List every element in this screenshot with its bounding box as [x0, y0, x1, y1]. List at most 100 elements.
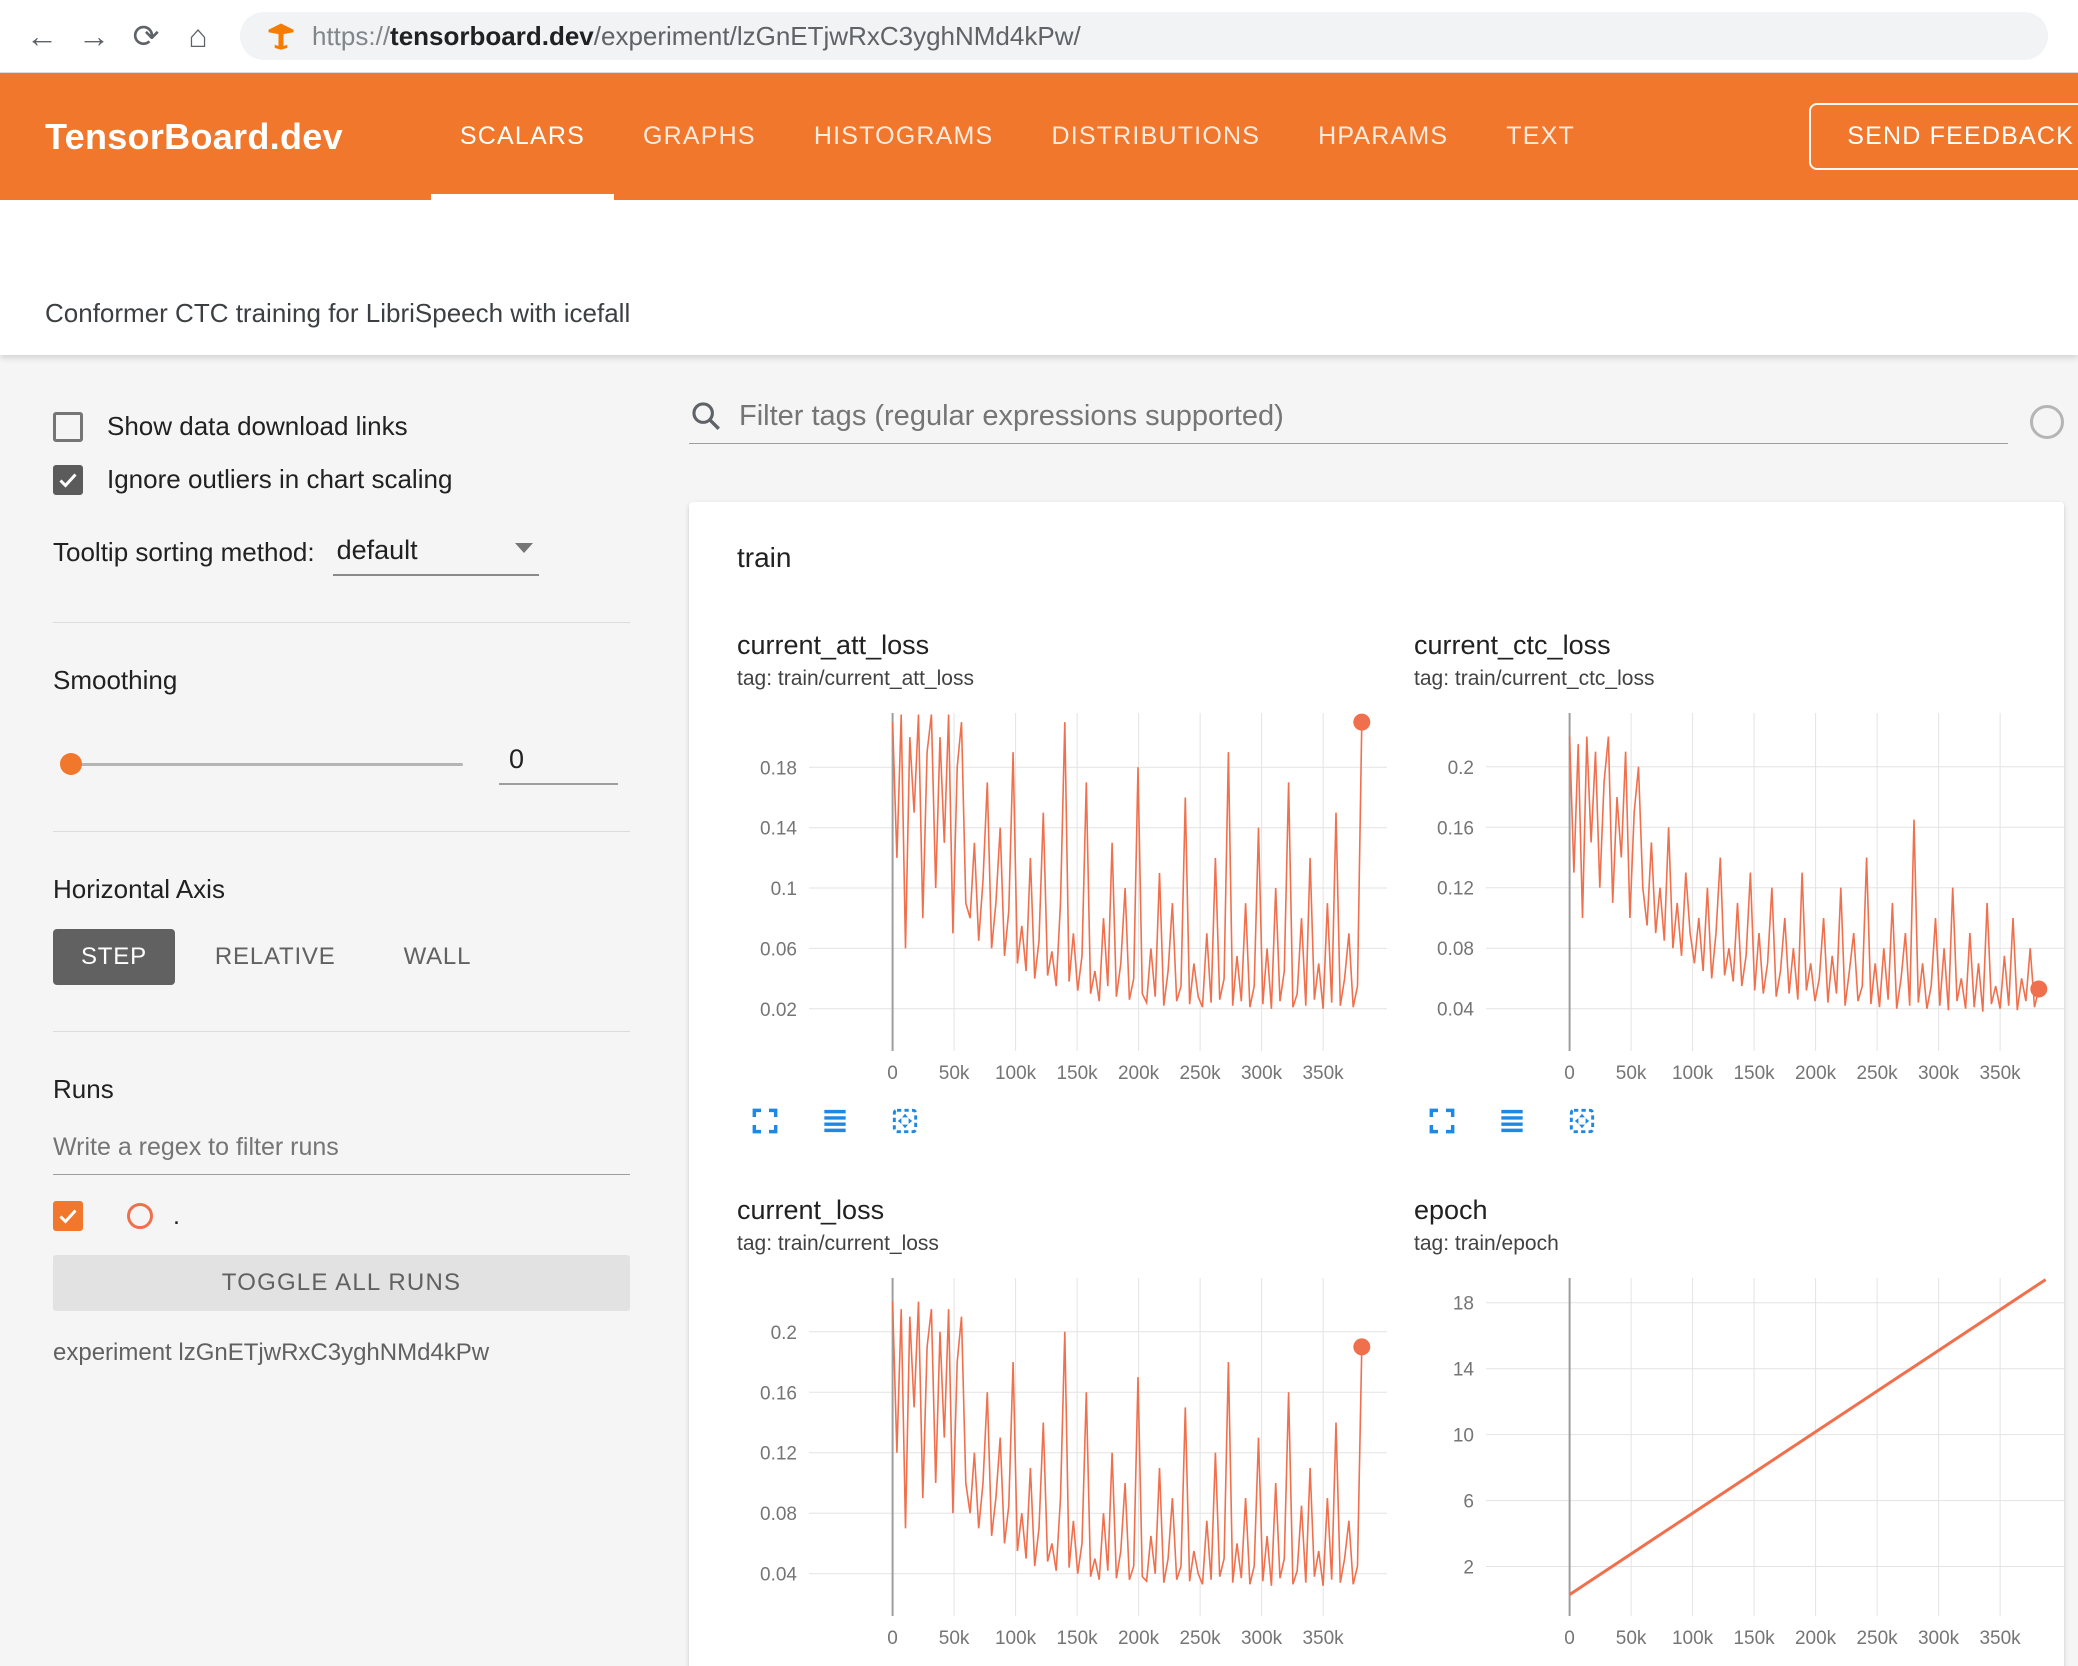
forward-icon[interactable]: →: [68, 10, 120, 62]
svg-text:350k: 350k: [1979, 1628, 2021, 1649]
svg-text:200k: 200k: [1795, 1063, 1837, 1084]
address-bar[interactable]: https://tensorboard.dev/experiment/lzGnE…: [240, 12, 2048, 60]
horizontal-lines-icon[interactable]: [1496, 1105, 1528, 1137]
svg-text:350k: 350k: [1302, 1628, 1344, 1649]
chart-current-ctc-loss: current_ctc_loss tag: train/current_ctc_…: [1414, 630, 2078, 1137]
svg-text:0.16: 0.16: [1437, 818, 1474, 839]
tooltip-sort-select[interactable]: default: [332, 535, 539, 576]
tab-scalars[interactable]: SCALARS: [431, 73, 614, 200]
toggle-all-runs-button[interactable]: TOGGLE ALL RUNS: [53, 1255, 630, 1311]
reload-icon[interactable]: ⟳: [120, 10, 172, 62]
tab-histograms[interactable]: HISTOGRAMS: [785, 73, 1023, 200]
runs-label: Runs: [53, 1074, 114, 1104]
ignore-outliers-checkbox[interactable]: [53, 464, 83, 495]
settings-sidebar: Show data download links Ignore outliers…: [0, 355, 655, 1666]
svg-text:10: 10: [1453, 1426, 1474, 1447]
browser-toolbar: ← → ⟳ ⌂ https://tensorboard.dev/experime…: [0, 0, 2078, 73]
chart-tag: tag: train/current_att_loss: [737, 667, 974, 690]
fit-domain-icon[interactable]: [889, 1105, 921, 1137]
svg-text:150k: 150k: [1733, 1628, 1775, 1649]
svg-text:0.2: 0.2: [771, 1323, 797, 1344]
tab-graphs[interactable]: GRAPHS: [614, 73, 785, 200]
home-icon[interactable]: ⌂: [172, 10, 224, 62]
line-chart[interactable]: 0.04 0.08 0.12 0.16 0.2 0 50k 100k 150k 200k 250k 3…: [737, 1270, 1397, 1660]
main-pane: train current_att_loss tag: train/curren…: [655, 355, 2078, 1666]
tab-distributions[interactable]: DISTRIBUTIONS: [1022, 73, 1289, 200]
svg-text:0.04: 0.04: [760, 1565, 797, 1586]
svg-text:200k: 200k: [1118, 1628, 1160, 1649]
chart-tag: tag: train/current_loss: [737, 1232, 939, 1255]
train-card: train current_att_loss tag: train/curren…: [689, 502, 2064, 1666]
svg-text:100k: 100k: [1672, 1628, 1714, 1649]
fullscreen-icon[interactable]: [749, 1105, 781, 1137]
smoothing-slider[interactable]: [60, 753, 463, 775]
svg-text:300k: 300k: [1241, 1628, 1283, 1649]
divider: [53, 1031, 630, 1032]
svg-text:250k: 250k: [1179, 1063, 1221, 1084]
tab-text[interactable]: TEXT: [1477, 73, 1604, 200]
svg-text:300k: 300k: [1918, 1063, 1960, 1084]
axis-wall-button[interactable]: WALL: [376, 929, 500, 985]
tensorboard-favicon: [266, 21, 296, 51]
charts-grid: current_att_loss tag: train/current_att_…: [737, 630, 2064, 1660]
tooltip-sort-label: Tooltip sorting method:: [53, 537, 315, 567]
smoothing-slider-thumb[interactable]: [60, 753, 82, 775]
back-icon[interactable]: ←: [16, 10, 68, 62]
fullscreen-icon[interactable]: [1426, 1105, 1458, 1137]
axis-relative-button[interactable]: RELATIVE: [187, 929, 364, 985]
send-feedback-button[interactable]: SEND FEEDBACK: [1809, 103, 2078, 170]
svg-text:2: 2: [1463, 1558, 1474, 1579]
line-chart[interactable]: 0.02 0.06 0.1 0.14 0.18 0 50k 100k 150k 200k 250k 3…: [737, 705, 1397, 1095]
chevron-down-icon: [514, 542, 533, 553]
ignore-outliers-label: Ignore outliers in chart scaling: [107, 464, 453, 494]
help-circle-button[interactable]: [2030, 404, 2064, 439]
svg-text:0.18: 0.18: [760, 758, 797, 779]
svg-text:150k: 150k: [1056, 1628, 1098, 1649]
svg-text:14: 14: [1453, 1360, 1475, 1381]
smoothing-value-input[interactable]: [499, 744, 618, 785]
svg-text:6: 6: [1463, 1492, 1474, 1513]
experiment-id-label: experiment lzGnETjwRxC3yghNMd4kPw: [53, 1339, 490, 1366]
fit-domain-icon[interactable]: [1566, 1105, 1598, 1137]
divider: [53, 622, 630, 623]
svg-text:50k: 50k: [939, 1063, 970, 1084]
filter-tags-input[interactable]: [739, 399, 2008, 433]
tensorboard-logo[interactable]: TensorBoard.dev: [45, 116, 343, 158]
svg-text:200k: 200k: [1118, 1063, 1160, 1084]
chart-current-att-loss: current_att_loss tag: train/current_att_…: [737, 630, 1414, 1137]
run-checkbox[interactable]: [53, 1201, 83, 1231]
svg-text:0.04: 0.04: [1437, 1000, 1474, 1021]
svg-text:350k: 350k: [1302, 1063, 1344, 1084]
show-download-checkbox[interactable]: [53, 411, 83, 442]
svg-text:50k: 50k: [939, 1628, 970, 1649]
svg-text:50k: 50k: [1616, 1628, 1647, 1649]
chart-title: current_att_loss: [737, 630, 930, 660]
svg-text:200k: 200k: [1795, 1628, 1837, 1649]
horizontal-lines-icon[interactable]: [819, 1105, 851, 1137]
runs-filter-input[interactable]: [53, 1133, 630, 1175]
svg-text:0.02: 0.02: [760, 1000, 797, 1021]
svg-text:0: 0: [887, 1063, 898, 1084]
url-path: /experiment/lzGnETjwRxC3yghNMd4kPw/: [593, 20, 1081, 51]
chart-toolbar: [749, 1105, 1414, 1137]
axis-step-button[interactable]: STEP: [53, 929, 175, 985]
svg-text:100k: 100k: [1672, 1063, 1714, 1084]
line-chart[interactable]: 2 6 10 14 18 0 50k 100k 150k 200k 250k 300k 350k: [1414, 1270, 2074, 1660]
svg-text:300k: 300k: [1241, 1063, 1283, 1084]
url-scheme: https://: [312, 20, 391, 51]
line-chart[interactable]: 0.04 0.08 0.12 0.16 0.2 0 50k 100k 150k 200k 250k 3…: [1414, 705, 2074, 1095]
run-row: .: [53, 1201, 630, 1231]
chart-current-loss: current_loss tag: train/current_loss 0.0…: [737, 1195, 1414, 1660]
svg-text:250k: 250k: [1856, 1628, 1898, 1649]
svg-text:300k: 300k: [1918, 1628, 1960, 1649]
svg-text:350k: 350k: [1979, 1063, 2021, 1084]
chart-tag: tag: train/current_ctc_loss: [1414, 667, 1655, 690]
svg-text:100k: 100k: [995, 1063, 1037, 1084]
top-nav: SCALARS GRAPHS HISTOGRAMS DISTRIBUTIONS …: [431, 73, 1604, 200]
chart-title: epoch: [1414, 1195, 1488, 1225]
chart-epoch: epoch tag: train/epoch 2 6 10 14 18 0 50k 100k 1…: [1414, 1195, 2078, 1660]
svg-text:150k: 150k: [1733, 1063, 1775, 1084]
tab-hparams[interactable]: HPARAMS: [1289, 73, 1477, 200]
run-color-swatch-icon: [127, 1203, 153, 1229]
chart-tag: tag: train/epoch: [1414, 1232, 1559, 1255]
